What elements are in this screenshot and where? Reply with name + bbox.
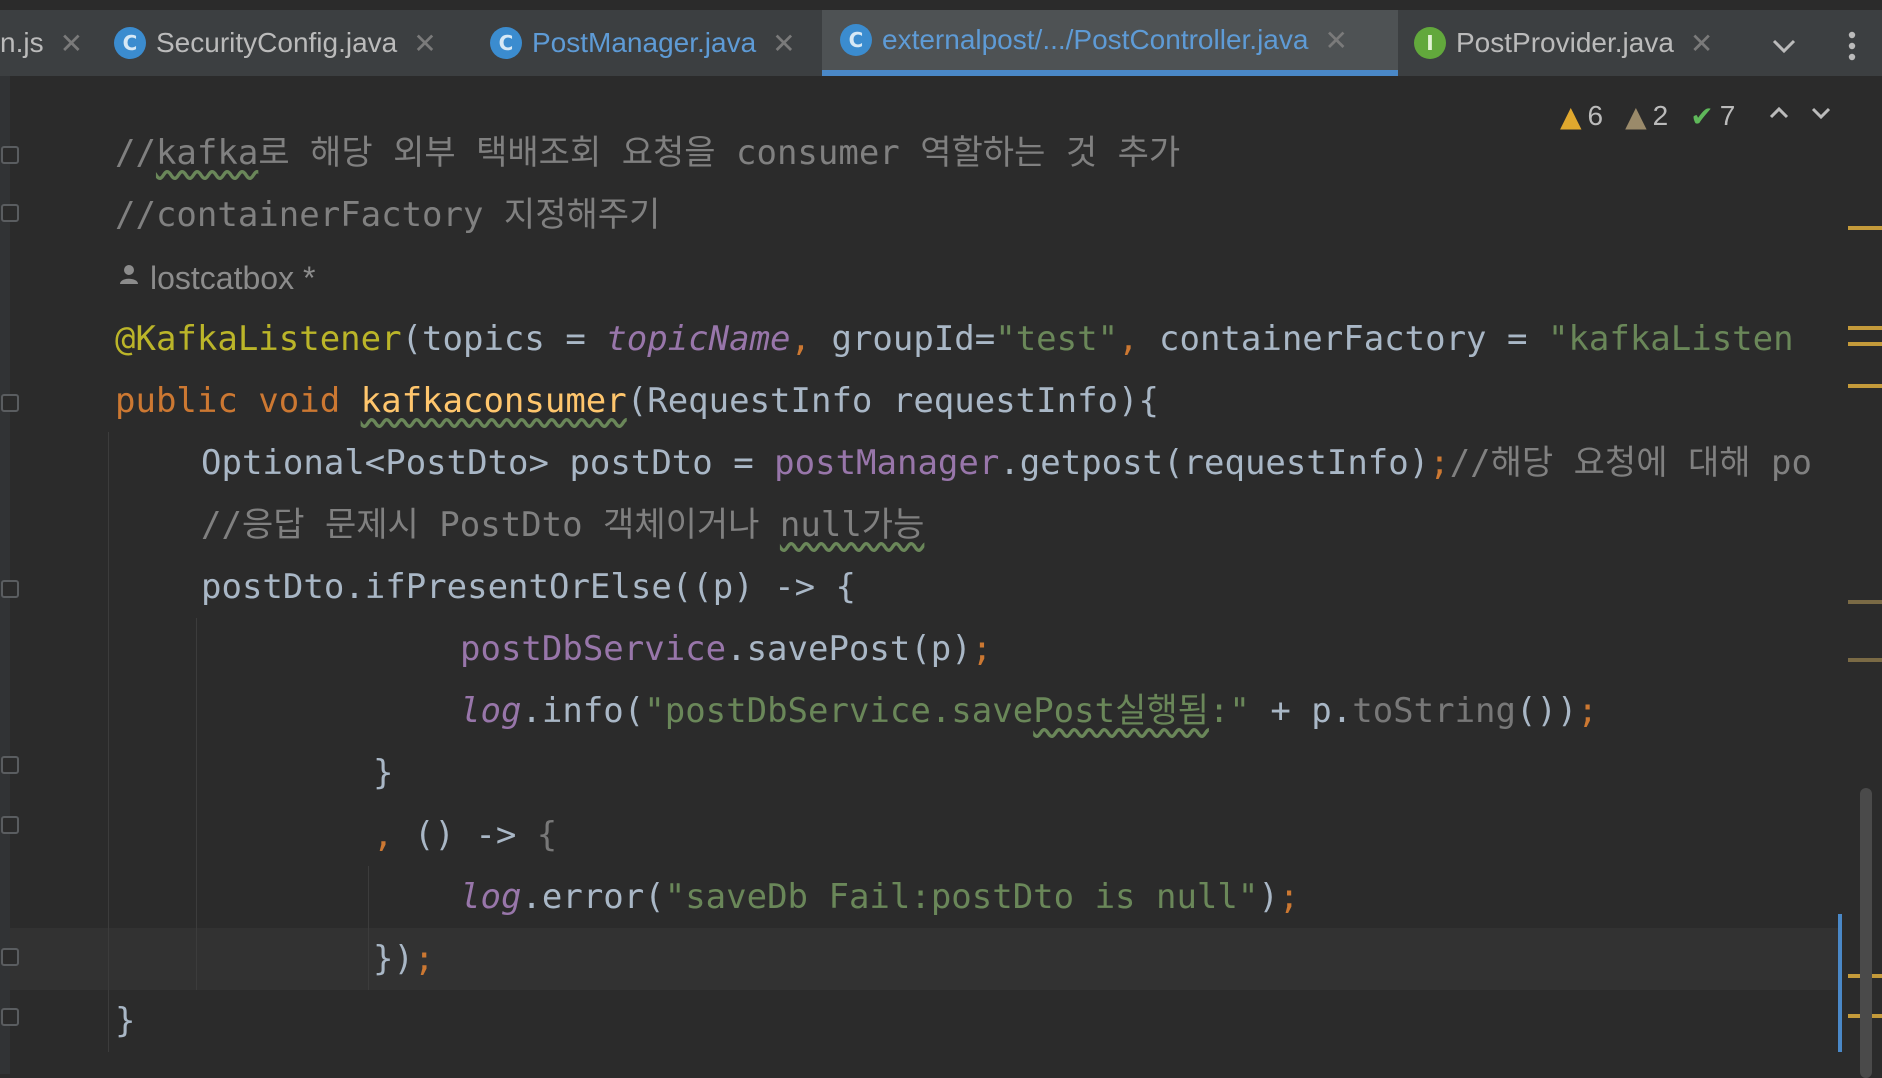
code-line-6[interactable]: Optional<PostDto> postDto = postManager.… xyxy=(201,432,1812,494)
check-icon: ✔ xyxy=(1690,99,1714,133)
weak-warning-icon: ▲ xyxy=(1625,99,1647,133)
code-line-12[interactable]: , () -> { xyxy=(373,804,557,866)
code-line-4[interactable]: @KafkaListener(topics = topicName, group… xyxy=(115,308,1794,370)
chevron-down-icon[interactable] xyxy=(1768,30,1800,62)
warning-marker[interactable] xyxy=(1848,384,1882,388)
tab-securityconfig[interactable]: C SecurityConfig.java ✕ xyxy=(114,10,437,76)
code-line-1[interactable]: //kafka로 해당 외부 택배조회 요청을 consumer 역할하는 것 … xyxy=(115,122,1180,184)
tab-label: externalpost/.../PostController.java xyxy=(882,24,1309,55)
warning-marker[interactable] xyxy=(1848,226,1882,230)
close-tab-icon[interactable]: ✕ xyxy=(1690,27,1713,60)
code-line-8[interactable]: postDto.ifPresentOrElse((p) -> { xyxy=(201,556,856,618)
close-tab-icon[interactable]: ✕ xyxy=(413,27,436,60)
fold-icon[interactable] xyxy=(1,756,19,774)
tab-label: PostManager.java xyxy=(532,27,757,58)
warning-icon: ▲ xyxy=(1560,99,1582,133)
tab-postmanager[interactable]: C PostManager.java ✕ xyxy=(490,10,796,76)
code-line-7[interactable]: //응답 문제시 PostDto 객체이거나 null가능 xyxy=(201,494,924,556)
code-line-5[interactable]: public void kafkaconsumer(RequestInfo re… xyxy=(115,370,1159,432)
fold-icon[interactable] xyxy=(1,948,19,966)
class-icon: C xyxy=(490,27,522,59)
chevron-down-icon[interactable] xyxy=(1809,101,1833,132)
close-tab-icon[interactable]: ✕ xyxy=(1324,24,1347,57)
current-line-highlight xyxy=(10,928,1840,990)
fold-icon[interactable] xyxy=(1,816,19,834)
tab-postprovider[interactable]: I PostProvider.java ✕ xyxy=(1414,10,1713,76)
code-line-2[interactable]: //containerFactory 지정해주기 xyxy=(115,184,660,246)
fold-icon[interactable] xyxy=(1,1008,19,1026)
code-line-15[interactable]: } xyxy=(115,990,135,1052)
tab-postcontroller[interactable]: C externalpost/.../PostController.java ✕ xyxy=(822,10,1398,76)
close-tab-icon[interactable]: ✕ xyxy=(60,27,83,60)
change-marker xyxy=(1838,914,1842,1052)
code-line-14[interactable]: }); xyxy=(373,928,434,990)
code-line-13[interactable]: log.error("saveDb Fail:postDto is null")… xyxy=(460,866,1299,928)
person-icon xyxy=(118,252,140,304)
fold-icon[interactable] xyxy=(1,580,19,598)
fold-icon[interactable] xyxy=(1,146,19,164)
tab-label: n.js xyxy=(0,27,44,58)
code-line-11[interactable]: } xyxy=(373,742,393,804)
code-line-10[interactable]: log.info("postDbService.savePost실행됨:" + … xyxy=(460,680,1598,742)
tab-label: PostProvider.java xyxy=(1456,27,1674,58)
warning-marker[interactable] xyxy=(1848,326,1882,330)
author-name: lostcatbox * xyxy=(150,260,316,296)
tab-njs[interactable]: n.js ✕ xyxy=(0,10,83,76)
typos-count[interactable]: ✔ 7 xyxy=(1690,100,1735,133)
vertical-scrollbar[interactable] xyxy=(1860,788,1872,1078)
tab-label: SecurityConfig.java xyxy=(156,27,398,58)
gutter xyxy=(0,76,10,1074)
chevron-up-icon[interactable] xyxy=(1767,101,1791,132)
indent-guide xyxy=(368,866,369,990)
class-icon: C xyxy=(114,27,146,59)
editor-tab-bar: n.js ✕ C SecurityConfig.java ✕ C PostMan… xyxy=(0,0,1882,76)
weak-warnings-count[interactable]: ▲ 2 xyxy=(1625,100,1668,133)
code-editor[interactable]: ▲ 6 ▲ 2 ✔ 7 //kafka로 해당 외부 택배조회 요청을 cons… xyxy=(0,76,1882,1078)
fold-icon[interactable] xyxy=(1,204,19,222)
interface-icon: I xyxy=(1414,27,1446,59)
indent-guide xyxy=(108,432,109,1052)
class-icon: C xyxy=(840,24,872,56)
indent-guide xyxy=(196,618,197,990)
inspection-widget[interactable]: ▲ 6 ▲ 2 ✔ 7 xyxy=(1560,96,1833,136)
close-tab-icon[interactable]: ✕ xyxy=(772,27,795,60)
fold-icon[interactable] xyxy=(1,394,19,412)
code-line-9[interactable]: postDbService.savePost(p); xyxy=(460,618,992,680)
warnings-count[interactable]: ▲ 6 xyxy=(1560,100,1603,133)
weak-warning-marker[interactable] xyxy=(1848,600,1882,604)
weak-warning-marker[interactable] xyxy=(1848,658,1882,662)
more-vertical-icon[interactable] xyxy=(1836,30,1868,62)
author-annotation[interactable]: lostcatbox * xyxy=(118,252,315,304)
warning-marker[interactable] xyxy=(1848,342,1882,346)
